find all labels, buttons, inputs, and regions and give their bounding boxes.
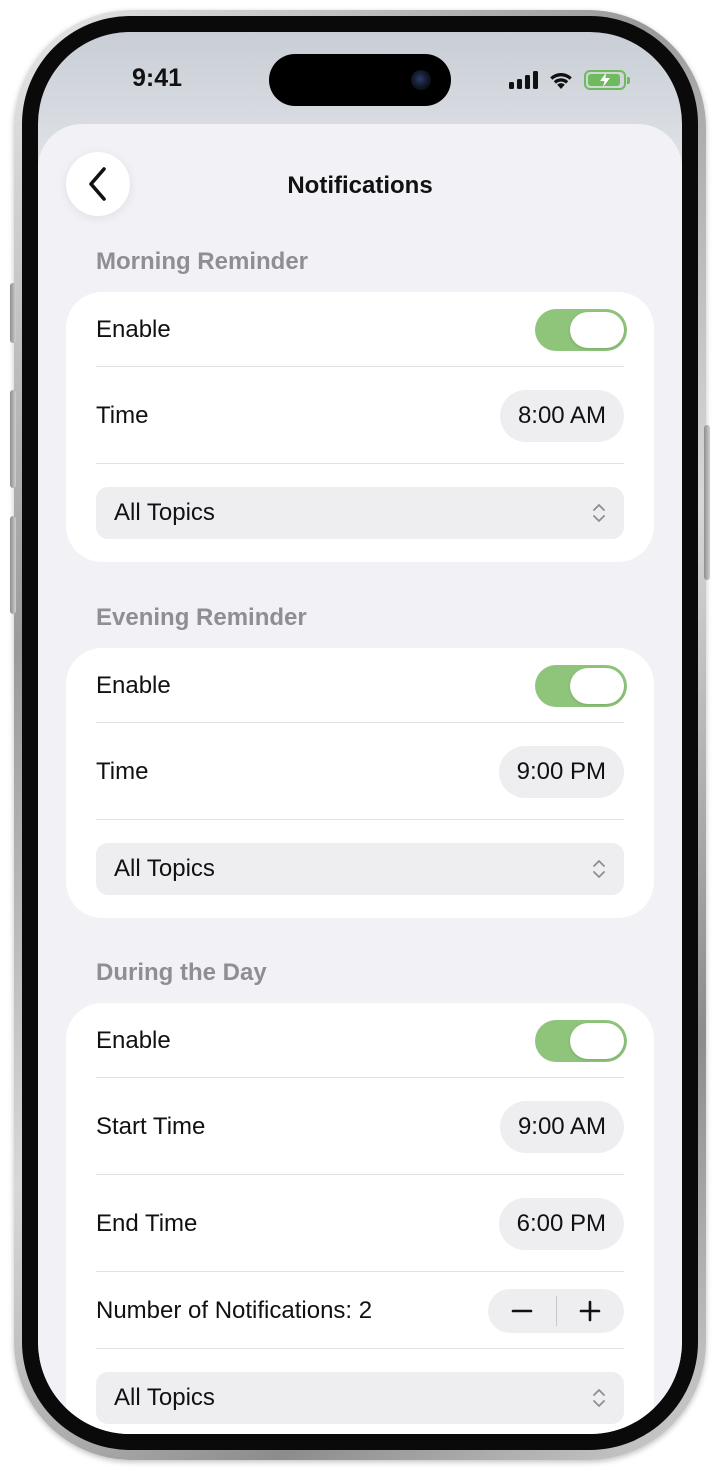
evening-enable-toggle[interactable] bbox=[535, 665, 627, 707]
divider bbox=[96, 463, 624, 464]
start-time-label: Start Time bbox=[96, 1113, 206, 1140]
morning-time-button[interactable]: 8:00 AM bbox=[499, 390, 624, 442]
morning-enable-toggle[interactable] bbox=[535, 309, 627, 351]
notification-count-label: Number of Notifications: 2 bbox=[96, 1297, 373, 1324]
evening-reminder-card: Enable Time 9:00 PM All Topics bbox=[66, 648, 654, 918]
power-button bbox=[704, 425, 710, 580]
morning-enable-row: Enable bbox=[96, 309, 627, 351]
during-day-enable-toggle[interactable] bbox=[535, 1020, 627, 1062]
wifi-icon bbox=[550, 73, 572, 89]
notifications-sheet: Notifications Morning Reminder Enable Ti… bbox=[38, 124, 682, 1434]
decrement-button[interactable] bbox=[488, 1289, 556, 1333]
enable-label: Enable bbox=[96, 316, 171, 343]
evening-time-button[interactable]: 9:00 PM bbox=[498, 746, 624, 798]
volume-up-button bbox=[10, 390, 16, 488]
end-time-row: End Time 6:00 PM bbox=[96, 1198, 624, 1250]
battery-charging-icon bbox=[584, 70, 630, 90]
enable-label: Enable bbox=[96, 672, 171, 699]
during-day-topics-picker[interactable]: All Topics bbox=[96, 1372, 624, 1424]
during-day-enable-row: Enable bbox=[96, 1020, 627, 1062]
time-label: Time bbox=[96, 402, 149, 429]
during-day-card: Enable Start Time 9:00 AM End Time 6:00 … bbox=[66, 1003, 654, 1434]
start-time-row: Start Time 9:00 AM bbox=[96, 1101, 624, 1153]
morning-reminder-card: Enable Time 8:00 AM All Topics bbox=[66, 292, 654, 562]
topics-label: All Topics bbox=[114, 499, 215, 526]
chevron-up-down-icon bbox=[593, 860, 605, 878]
divider bbox=[96, 366, 624, 367]
chevron-up-down-icon bbox=[593, 504, 605, 522]
divider bbox=[96, 1271, 624, 1272]
volume-down-button bbox=[10, 516, 16, 614]
evening-topics-picker[interactable]: All Topics bbox=[96, 843, 624, 895]
notification-count-row: Number of Notifications: 2 bbox=[96, 1289, 624, 1333]
dynamic-island bbox=[269, 54, 451, 106]
divider bbox=[96, 1348, 624, 1349]
minus-icon bbox=[511, 1309, 533, 1313]
divider bbox=[96, 819, 624, 820]
evening-enable-row: Enable bbox=[96, 665, 627, 707]
cellular-signal-icon bbox=[509, 71, 538, 89]
divider bbox=[96, 1077, 624, 1078]
status-icons bbox=[509, 68, 630, 92]
action-button bbox=[10, 283, 16, 343]
screen: 9:41 Notifications Morning Reminder Enab… bbox=[38, 32, 682, 1434]
status-time: 9:41 bbox=[132, 64, 183, 92]
end-time-label: End Time bbox=[96, 1210, 198, 1237]
chevron-up-down-icon bbox=[593, 1389, 605, 1407]
increment-button[interactable] bbox=[557, 1289, 625, 1333]
divider bbox=[96, 1174, 624, 1175]
topics-label: All Topics bbox=[114, 1384, 215, 1411]
notification-count-stepper bbox=[488, 1289, 624, 1333]
end-time-button[interactable]: 6:00 PM bbox=[498, 1198, 624, 1250]
morning-time-row: Time 8:00 AM bbox=[96, 390, 624, 442]
section-header-morning: Morning Reminder bbox=[96, 248, 309, 275]
evening-time-row: Time 9:00 PM bbox=[96, 746, 624, 798]
section-header-during-day: During the Day bbox=[96, 959, 267, 986]
topics-label: All Topics bbox=[114, 855, 215, 882]
morning-topics-picker[interactable]: All Topics bbox=[96, 487, 624, 539]
camera-icon bbox=[411, 70, 431, 90]
enable-label: Enable bbox=[96, 1027, 171, 1054]
time-label: Time bbox=[96, 758, 149, 785]
start-time-button[interactable]: 9:00 AM bbox=[499, 1101, 624, 1153]
section-header-evening: Evening Reminder bbox=[96, 604, 307, 631]
divider bbox=[96, 722, 624, 723]
page-title: Notifications bbox=[287, 172, 433, 199]
plus-icon bbox=[579, 1300, 601, 1322]
